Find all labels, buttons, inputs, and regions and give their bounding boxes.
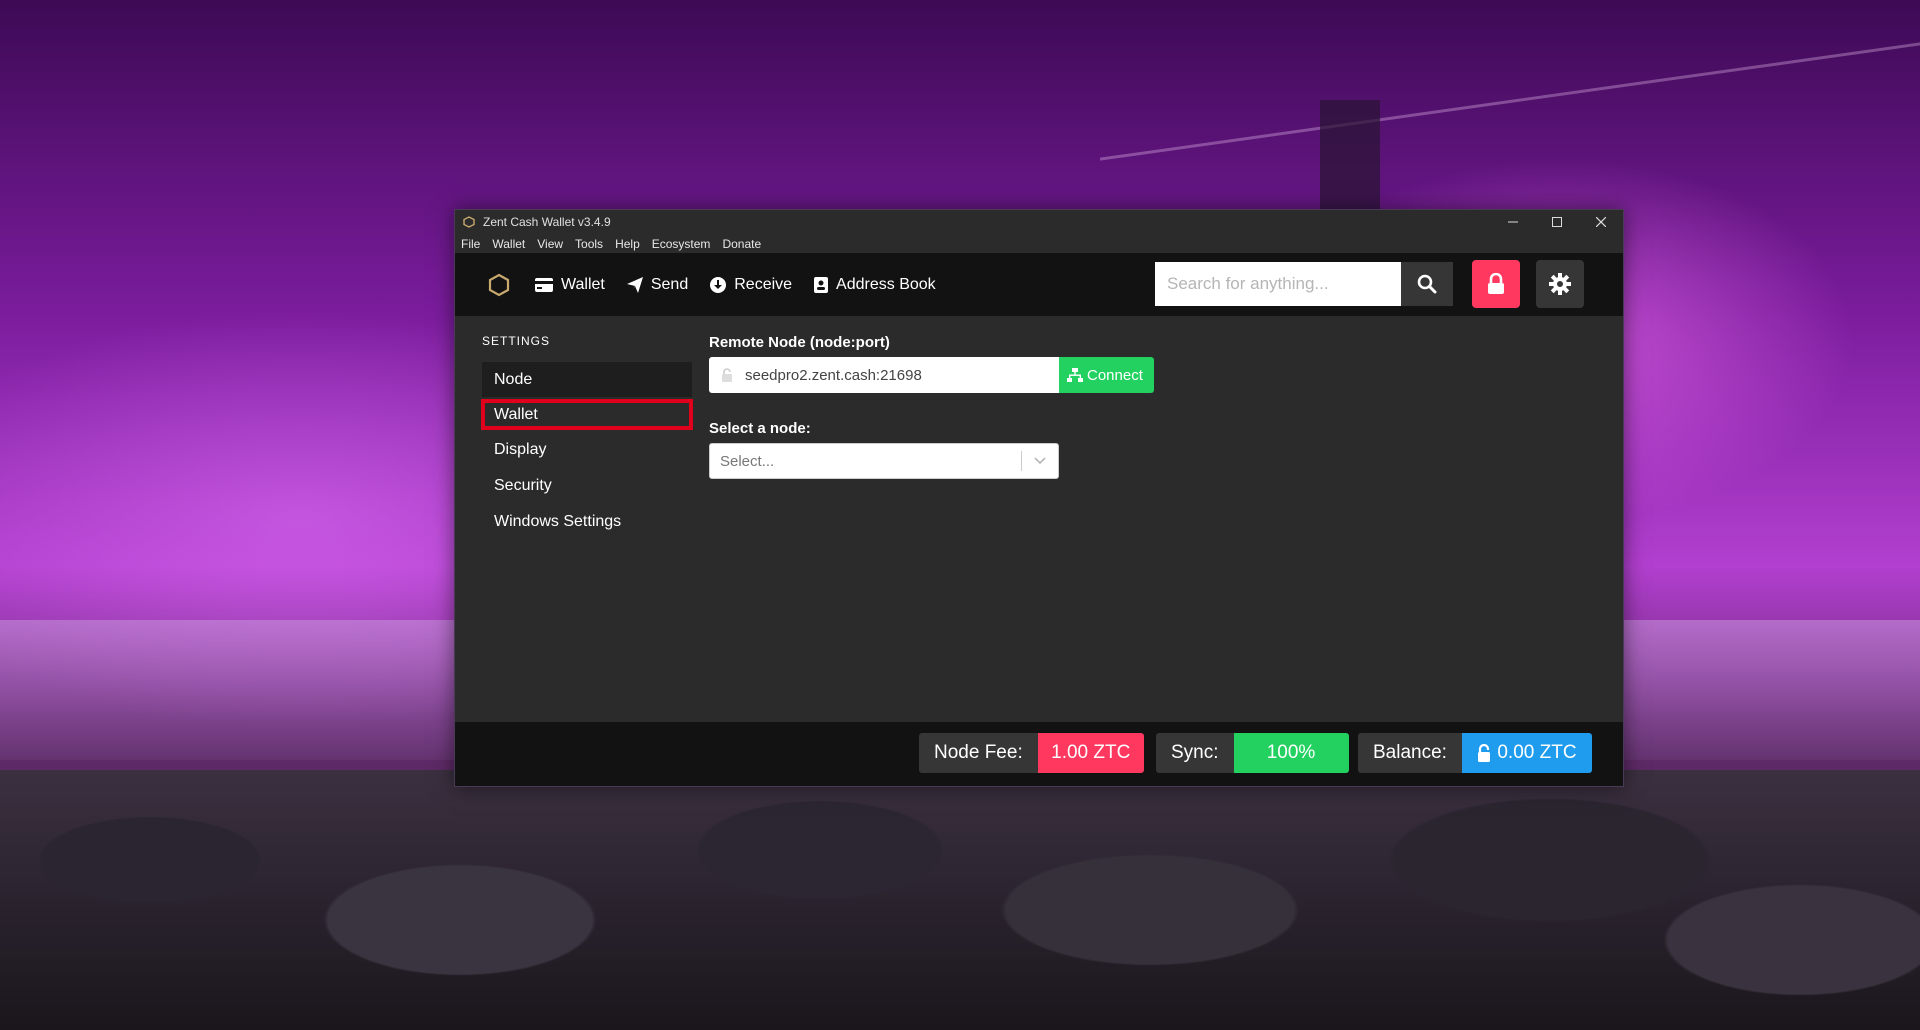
window-title: Zent Cash Wallet v3.4.9 bbox=[483, 215, 611, 229]
remote-node-row: Connect bbox=[709, 357, 1154, 393]
network-icon bbox=[1067, 368, 1083, 382]
select-node-label: Select a node: bbox=[709, 420, 811, 437]
nav-send-label: Send bbox=[650, 275, 689, 293]
node-fee-label: Node Fee: bbox=[919, 733, 1038, 773]
settings-sidebar: SETTINGS Node Wallet Display Security Wi… bbox=[481, 334, 693, 540]
maximize-button[interactable] bbox=[1535, 210, 1579, 234]
menu-help[interactable]: Help bbox=[615, 237, 640, 251]
minimize-icon bbox=[1508, 221, 1518, 223]
sidebar-item-node[interactable]: Node bbox=[482, 362, 692, 397]
connect-button[interactable]: Connect bbox=[1059, 357, 1154, 393]
sidebar-item-display[interactable]: Display bbox=[482, 432, 692, 467]
sync-label: Sync: bbox=[1156, 733, 1234, 773]
menu-ecosystem[interactable]: Ecosystem bbox=[652, 237, 711, 251]
gear-icon bbox=[1549, 273, 1571, 295]
zent-logo-icon[interactable] bbox=[485, 271, 513, 299]
settings-button[interactable] bbox=[1536, 260, 1584, 308]
node-settings-panel: Remote Node (node:port) Connect Select a… bbox=[709, 334, 1154, 479]
background-rocks bbox=[0, 770, 1920, 1030]
status-footer: Node Fee: 1.00 ZTC Sync: 100% Balance: 0… bbox=[455, 722, 1623, 786]
balance-value-box: 0.00 ZTC bbox=[1461, 733, 1592, 773]
remote-node-input[interactable] bbox=[743, 365, 1037, 385]
connect-label: Connect bbox=[1087, 366, 1143, 384]
node-fee-value: 1.00 ZTC bbox=[1037, 733, 1144, 773]
nav-receive-label: Receive bbox=[734, 275, 793, 293]
sidebar-item-windows-settings[interactable]: Windows Settings bbox=[482, 504, 692, 539]
menu-view[interactable]: View bbox=[537, 237, 563, 251]
lock-wallet-button[interactable] bbox=[1472, 260, 1520, 308]
title-bar[interactable]: Zent Cash Wallet v3.4.9 bbox=[455, 210, 1623, 234]
maximize-icon bbox=[1552, 217, 1562, 227]
nav-receive[interactable]: Receive bbox=[710, 276, 792, 294]
address-book-icon bbox=[814, 276, 829, 293]
sidebar-item-wallet[interactable]: Wallet bbox=[481, 399, 693, 430]
sync-tag: Sync: 100% bbox=[1156, 733, 1349, 773]
menu-donate[interactable]: Donate bbox=[722, 237, 761, 251]
sidebar-item-security[interactable]: Security bbox=[482, 468, 692, 503]
settings-content: SETTINGS Node Wallet Display Security Wi… bbox=[455, 316, 1623, 716]
download-circle-icon bbox=[710, 276, 727, 293]
close-button[interactable] bbox=[1579, 210, 1623, 234]
nav-address-book-label: Address Book bbox=[836, 275, 936, 293]
nav-address-book[interactable]: Address Book bbox=[814, 276, 936, 294]
minimize-button[interactable] bbox=[1491, 210, 1535, 234]
chevron-down-icon[interactable] bbox=[1022, 457, 1058, 465]
sidebar-heading: SETTINGS bbox=[482, 334, 551, 348]
menu-wallet[interactable]: Wallet bbox=[492, 237, 525, 251]
menu-bar: File Wallet View Tools Help Ecosystem Do… bbox=[455, 234, 1623, 253]
unlock-icon bbox=[721, 368, 733, 382]
nav-wallet-label: Wallet bbox=[561, 275, 605, 293]
close-icon bbox=[1596, 217, 1606, 227]
app-logo-icon bbox=[463, 215, 477, 229]
node-select[interactable]: Select... bbox=[709, 443, 1059, 479]
remote-node-field[interactable] bbox=[709, 357, 1059, 393]
nav-send[interactable]: Send bbox=[626, 275, 689, 294]
balance-value: 0.00 ZTC bbox=[1497, 742, 1577, 763]
unlock-icon bbox=[1478, 744, 1491, 762]
app-window: Zent Cash Wallet v3.4.9 File Wallet View… bbox=[454, 209, 1624, 787]
lock-icon bbox=[1488, 273, 1504, 294]
node-fee-tag: Node Fee: 1.00 ZTC bbox=[919, 733, 1144, 773]
remote-node-label: Remote Node (node:port) bbox=[709, 334, 890, 351]
nav-wallet[interactable]: Wallet bbox=[535, 276, 605, 294]
balance-label: Balance: bbox=[1358, 733, 1462, 773]
wallet-icon bbox=[535, 277, 553, 292]
search-input[interactable] bbox=[1155, 262, 1401, 306]
menu-file[interactable]: File bbox=[461, 237, 480, 251]
sync-value: 100% bbox=[1233, 733, 1349, 773]
menu-tools[interactable]: Tools bbox=[575, 237, 603, 251]
paper-plane-icon bbox=[626, 276, 643, 293]
node-select-value: Select... bbox=[720, 452, 775, 470]
search-button[interactable] bbox=[1401, 262, 1453, 306]
search-icon bbox=[1417, 274, 1437, 294]
top-navbar: Wallet Send Receive Address Book bbox=[455, 253, 1623, 316]
balance-tag: Balance: 0.00 ZTC bbox=[1358, 733, 1592, 773]
